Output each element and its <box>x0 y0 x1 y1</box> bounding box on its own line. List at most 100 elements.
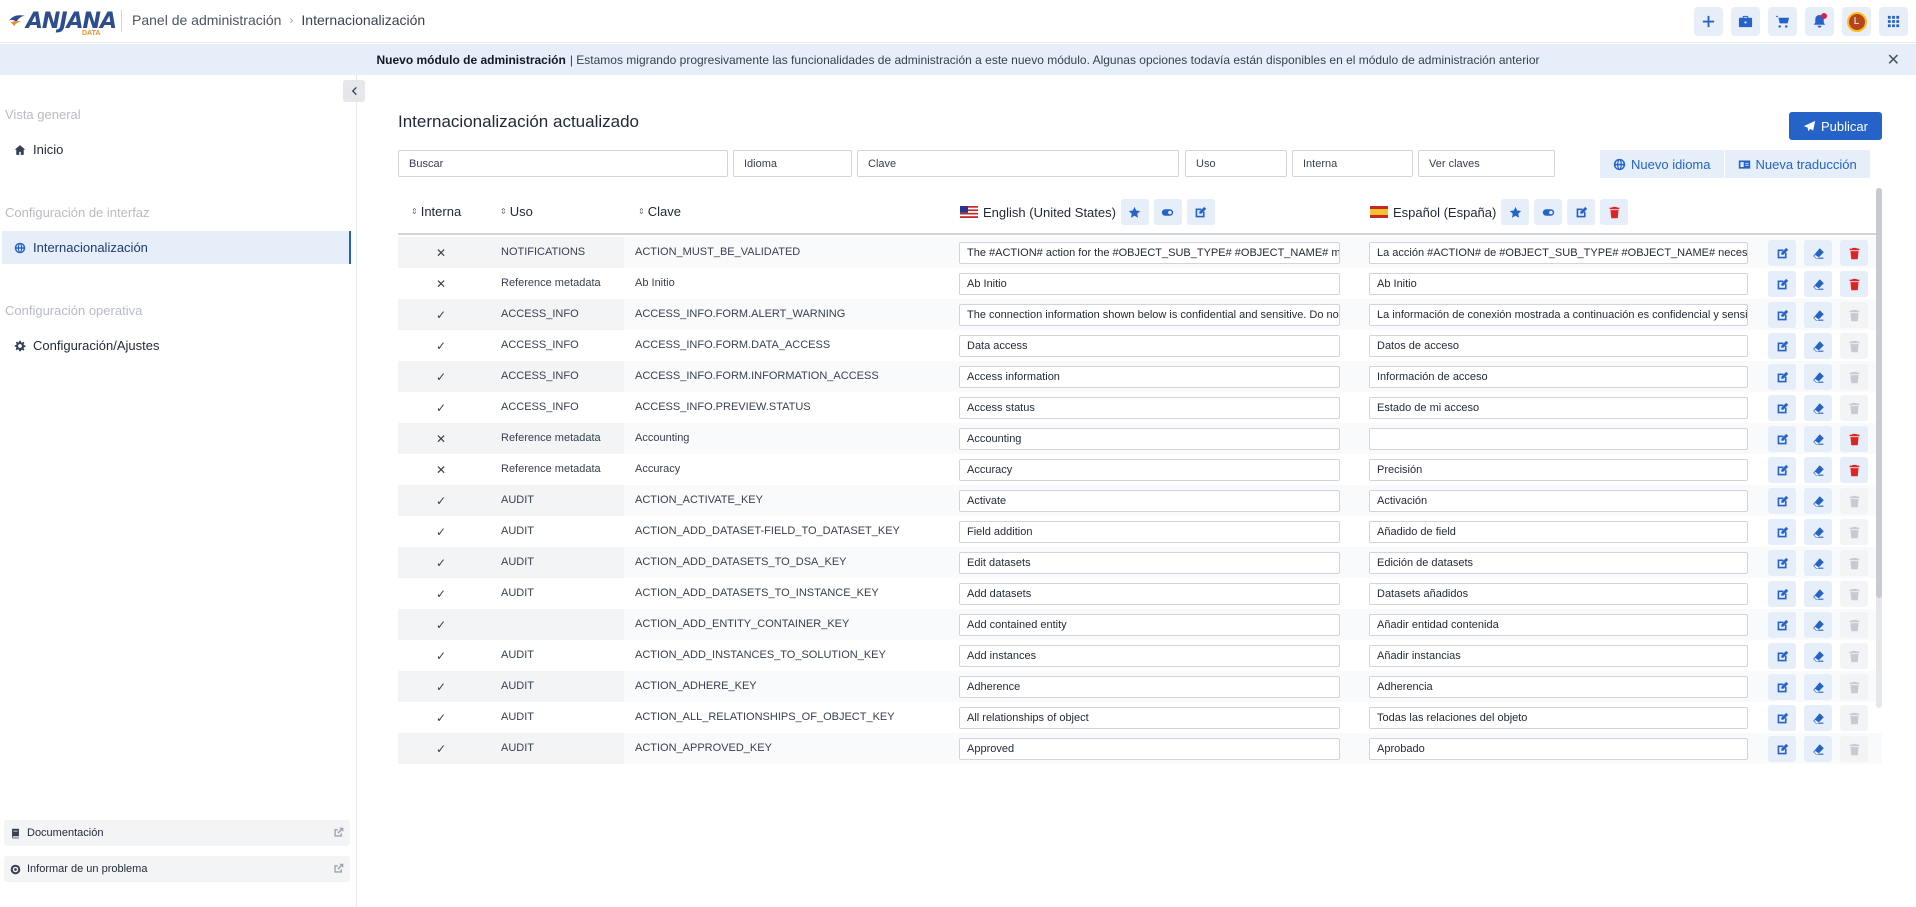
create-button[interactable] <box>1694 7 1723 36</box>
column-key[interactable]: ⇕ Clave <box>638 204 681 219</box>
toggle-language-button[interactable] <box>1534 199 1563 225</box>
spanish-translation-input[interactable]: Añadido de field <box>1369 521 1748 543</box>
spanish-translation-input[interactable]: La acción #ACTION# de #OBJECT_SUB_TYPE# … <box>1369 242 1748 264</box>
edit-row-button[interactable] <box>1768 705 1796 731</box>
english-translation-input[interactable]: Field addition <box>959 521 1340 543</box>
collapse-sidebar-button[interactable] <box>343 80 365 102</box>
edit-row-button[interactable] <box>1768 271 1796 297</box>
delete-row-button[interactable] <box>1840 426 1868 452</box>
clear-row-button[interactable] <box>1804 550 1832 576</box>
clear-row-button[interactable] <box>1804 240 1832 266</box>
clear-row-button[interactable] <box>1804 426 1832 452</box>
new-translation-button[interactable]: Nueva traducción <box>1724 150 1871 178</box>
english-translation-input[interactable]: Data access <box>959 335 1340 357</box>
key-filter[interactable] <box>857 150 1179 177</box>
edit-row-button[interactable] <box>1768 581 1796 607</box>
usage-filter[interactable] <box>1185 150 1287 177</box>
clear-row-button[interactable] <box>1804 488 1832 514</box>
language-filter[interactable] <box>733 150 852 177</box>
edit-row-button[interactable] <box>1768 302 1796 328</box>
notifications-button[interactable] <box>1805 7 1834 36</box>
set-default-language-button[interactable] <box>1120 199 1149 225</box>
spanish-translation-input[interactable]: Edición de datasets <box>1369 552 1748 574</box>
spanish-translation-input[interactable]: Ab Initio <box>1369 273 1748 295</box>
english-translation-input[interactable]: The connection information shown below i… <box>959 304 1340 326</box>
anjana-logo[interactable]: ANJANA DATA <box>8 4 117 38</box>
set-default-language-button[interactable] <box>1501 199 1530 225</box>
workspace-button[interactable] <box>1731 7 1760 36</box>
close-icon[interactable]: ✕ <box>1887 50 1900 70</box>
clear-row-button[interactable] <box>1804 519 1832 545</box>
english-translation-input[interactable]: Adherence <box>959 676 1340 698</box>
spanish-translation-input[interactable] <box>1369 428 1748 450</box>
user-menu-button[interactable]: L <box>1842 7 1871 36</box>
delete-row-button[interactable] <box>1840 240 1868 266</box>
english-translation-input[interactable]: Add contained entity <box>959 614 1340 636</box>
cart-button[interactable] <box>1768 7 1797 36</box>
report-problem-link[interactable]: Informar de un problema <box>4 856 350 882</box>
english-translation-input[interactable]: Edit datasets <box>959 552 1340 574</box>
edit-row-button[interactable] <box>1768 488 1796 514</box>
edit-row-button[interactable] <box>1768 333 1796 359</box>
scrollbar-thumb[interactable] <box>1876 188 1882 598</box>
sidebar-item-internacionalizacion[interactable]: Internacionalización <box>2 231 351 264</box>
clear-row-button[interactable] <box>1804 581 1832 607</box>
spanish-translation-input[interactable]: Aprobado <box>1369 738 1748 760</box>
edit-row-button[interactable] <box>1768 643 1796 669</box>
clear-row-button[interactable] <box>1804 736 1832 762</box>
new-language-button[interactable]: Nuevo idioma <box>1600 150 1725 178</box>
edit-row-button[interactable] <box>1768 519 1796 545</box>
spanish-translation-input[interactable]: Datasets añadidos <box>1369 583 1748 605</box>
english-translation-input[interactable]: Add datasets <box>959 583 1340 605</box>
documentation-link[interactable]: Documentación <box>4 820 350 846</box>
delete-row-button[interactable] <box>1840 271 1868 297</box>
spanish-translation-input[interactable]: Precisión <box>1369 459 1748 481</box>
delete-language-button[interactable] <box>1600 199 1629 225</box>
clear-row-button[interactable] <box>1804 457 1832 483</box>
spanish-translation-input[interactable]: Adherencia <box>1369 676 1748 698</box>
edit-row-button[interactable] <box>1768 364 1796 390</box>
spanish-translation-input[interactable]: Añadir entidad contenida <box>1369 614 1748 636</box>
clear-row-button[interactable] <box>1804 643 1832 669</box>
spanish-translation-input[interactable]: Información de acceso <box>1369 366 1748 388</box>
edit-row-button[interactable] <box>1768 426 1796 452</box>
column-internal[interactable]: ⇕ Interna <box>411 204 461 219</box>
english-translation-input[interactable]: Ab Initio <box>959 273 1340 295</box>
edit-row-button[interactable] <box>1768 674 1796 700</box>
toggle-language-button[interactable] <box>1153 199 1182 225</box>
edit-row-button[interactable] <box>1768 736 1796 762</box>
delete-row-button[interactable] <box>1840 457 1868 483</box>
publish-button[interactable]: Publicar <box>1789 112 1882 140</box>
english-translation-input[interactable]: Access information <box>959 366 1340 388</box>
edit-language-button[interactable] <box>1567 199 1596 225</box>
edit-row-button[interactable] <box>1768 457 1796 483</box>
clear-row-button[interactable] <box>1804 395 1832 421</box>
edit-row-button[interactable] <box>1768 550 1796 576</box>
english-translation-input[interactable]: Add instances <box>959 645 1340 667</box>
clear-row-button[interactable] <box>1804 302 1832 328</box>
internal-filter[interactable] <box>1292 150 1413 177</box>
clear-row-button[interactable] <box>1804 705 1832 731</box>
spanish-translation-input[interactable]: Datos de acceso <box>1369 335 1748 357</box>
english-translation-input[interactable]: Access status <box>959 397 1340 419</box>
english-translation-input[interactable]: All relationships of object <box>959 707 1340 729</box>
edit-row-button[interactable] <box>1768 240 1796 266</box>
english-translation-input[interactable]: Accuracy <box>959 459 1340 481</box>
english-translation-input[interactable]: Approved <box>959 738 1340 760</box>
spanish-translation-input[interactable]: La información de conexión mostrada a co… <box>1369 304 1748 326</box>
view-keys-filter[interactable] <box>1418 150 1555 177</box>
spanish-translation-input[interactable]: Todas las relaciones del objeto <box>1369 707 1748 729</box>
sidebar-item-inicio[interactable]: Inicio <box>2 133 351 166</box>
spanish-translation-input[interactable]: Añadir instancias <box>1369 645 1748 667</box>
sidebar-item-configuracion[interactable]: Configuración/Ajustes <box>2 329 351 362</box>
clear-row-button[interactable] <box>1804 333 1832 359</box>
column-usage[interactable]: ⇕ Uso <box>500 204 533 219</box>
table-scrollbar[interactable] <box>1876 188 1882 708</box>
clear-row-button[interactable] <box>1804 674 1832 700</box>
edit-row-button[interactable] <box>1768 612 1796 638</box>
english-translation-input[interactable]: Accounting <box>959 428 1340 450</box>
search-input[interactable] <box>398 150 728 177</box>
breadcrumb-admin-panel[interactable]: Panel de administración <box>132 12 281 28</box>
english-translation-input[interactable]: Activate <box>959 490 1340 512</box>
edit-row-button[interactable] <box>1768 395 1796 421</box>
